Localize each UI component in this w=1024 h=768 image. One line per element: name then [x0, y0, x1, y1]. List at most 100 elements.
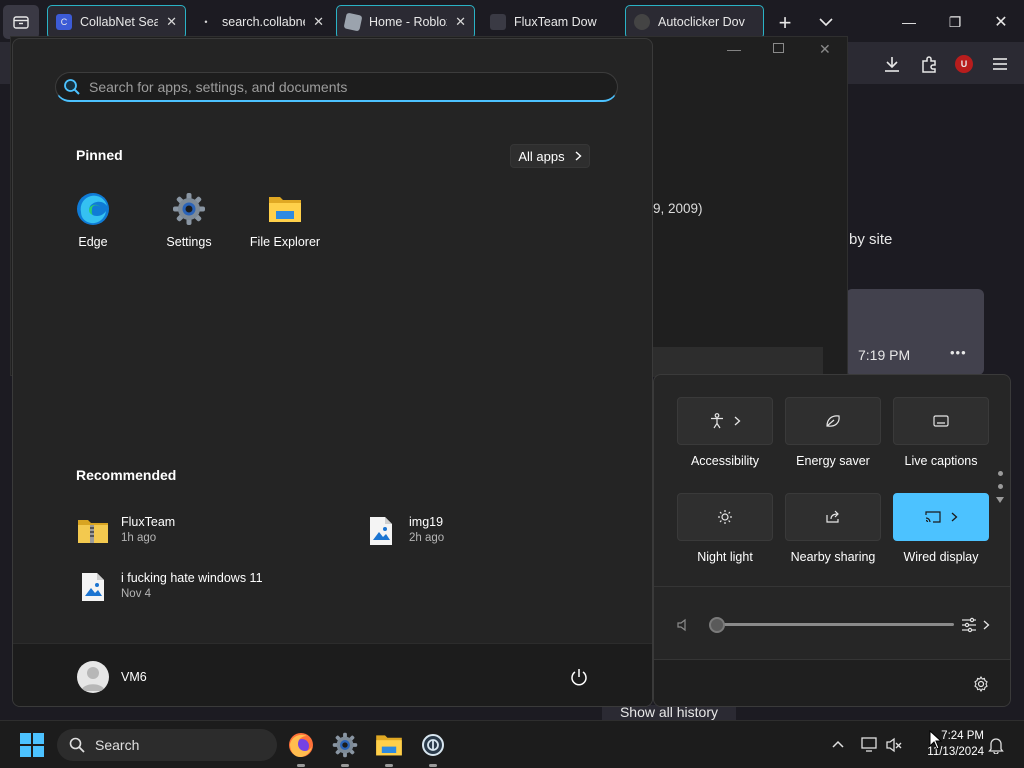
downloads-button[interactable] [882, 54, 902, 74]
audio-output-icon[interactable] [961, 616, 981, 634]
window-panel [653, 347, 823, 377]
taskbar-clock[interactable]: 7:24 PM 11/13/2024 [918, 728, 984, 760]
chevron-right-icon[interactable] [983, 620, 990, 630]
settings-gear-icon[interactable] [973, 676, 989, 692]
chevron-right-icon[interactable] [734, 416, 741, 426]
live-captions-tile[interactable]: Live captions [893, 397, 989, 468]
start-search-input[interactable] [89, 78, 589, 95]
image-file-icon [364, 514, 398, 548]
bg-minimize-icon[interactable]: — [727, 41, 741, 57]
gear-icon [171, 191, 207, 227]
energy-saver-tile[interactable]: Energy saver [785, 397, 881, 468]
nearby-sharing-toggle[interactable] [785, 493, 881, 541]
pinned-app-settings[interactable]: Settings [141, 189, 237, 269]
taskbar-settings[interactable] [329, 729, 361, 767]
tab-title: search.collabne [222, 15, 306, 29]
pinned-app-file-explorer[interactable]: File Explorer [237, 189, 333, 269]
nearby-sharing-tile[interactable]: Nearby sharing [785, 493, 881, 564]
list-all-tabs-button[interactable] [814, 10, 838, 34]
energy-saver-toggle[interactable] [785, 397, 881, 445]
folder-icon [267, 191, 303, 227]
ublock-extension-icon[interactable]: U [955, 55, 973, 73]
all-apps-button[interactable]: All apps [510, 144, 590, 168]
page-dot[interactable] [997, 471, 1003, 476]
user-name[interactable]: VM6 [121, 670, 147, 684]
page-indicator[interactable] [996, 471, 1004, 503]
recommended-item-name: img19 [409, 515, 444, 529]
tab-search-collabnet[interactable]: • search.collabne ✕ [190, 5, 332, 39]
tab-roblox[interactable]: Home - Roblox ✕ [336, 5, 475, 39]
page-down-icon[interactable] [996, 497, 1004, 503]
start-search-box[interactable] [55, 72, 618, 102]
volume-slider-thumb[interactable] [709, 617, 725, 633]
new-tab-button[interactable]: + [772, 10, 798, 36]
power-button[interactable] [569, 667, 589, 687]
chevron-up-icon[interactable] [832, 740, 844, 748]
start-button[interactable] [16, 729, 48, 761]
tile-label: Nearby sharing [790, 550, 876, 564]
recommended-item-name: FluxTeam [121, 515, 176, 529]
more-options-icon[interactable]: ••• [950, 345, 967, 360]
tab-fluxteam[interactable]: FluxTeam Dow [482, 5, 618, 39]
recommended-item-screenshot[interactable]: i fucking hate windows 11 Nov 4 [76, 567, 346, 607]
tab-autoclicker[interactable]: Autoclicker Dov [625, 5, 764, 39]
running-indicator [341, 764, 349, 767]
live-captions-toggle[interactable] [893, 397, 989, 445]
taskbar-file-explorer[interactable] [373, 729, 405, 767]
zip-folder-icon [76, 514, 110, 548]
taskbar: Search 7:24 PM 11/13/2024 [0, 720, 1024, 768]
user-avatar[interactable] [77, 661, 109, 693]
windows-logo-icon [20, 733, 44, 757]
fluxteam-favicon [490, 14, 506, 30]
speaker-muted-icon[interactable] [885, 737, 903, 753]
pinned-app-label: Edge [78, 235, 108, 249]
history-filter-text: by site [849, 231, 893, 248]
maximize-window-button[interactable]: ❐ [944, 12, 966, 32]
pinned-app-edge[interactable]: Edge [45, 189, 141, 269]
bg-maximize-icon[interactable] [773, 43, 784, 53]
tab-close-icon[interactable]: ✕ [455, 14, 466, 30]
display-icon[interactable] [861, 737, 879, 753]
chevron-right-icon[interactable] [951, 512, 958, 522]
recommended-item-time: 1h ago [121, 532, 157, 544]
minimize-window-button[interactable]: — [898, 12, 920, 32]
taskbar-firefox[interactable] [285, 729, 317, 767]
cast-icon [924, 511, 941, 523]
speaker-muted-icon[interactable] [676, 618, 690, 632]
recommended-item-time: Nov 4 [121, 588, 152, 600]
show-all-history-button[interactable]: Show all history [602, 705, 736, 720]
extensions-button[interactable] [919, 54, 939, 74]
accessibility-toggle[interactable] [677, 397, 773, 445]
history-card[interactable]: 7:19 PM ••• [846, 289, 984, 375]
tab-close-icon[interactable]: ✕ [313, 14, 324, 30]
taskbar-search[interactable]: Search [57, 729, 277, 761]
bg-close-icon[interactable]: ✕ [819, 41, 831, 58]
recommended-item-time: 2h ago [409, 532, 445, 544]
tab-collabnet[interactable]: C CollabNet Sear ✕ [47, 5, 186, 39]
accessibility-tile[interactable]: Accessibility [677, 397, 773, 468]
collabnet-favicon: C [56, 14, 72, 30]
tab-title: Autoclicker Dov [658, 15, 745, 29]
recommended-item-img19[interactable]: img19 2h ago [364, 511, 634, 551]
close-window-button[interactable]: ✕ [990, 12, 1012, 32]
tab-title: FluxTeam Dow [514, 15, 597, 29]
wired-display-tile[interactable]: Wired display [893, 493, 989, 564]
taskbar-app-tool[interactable] [417, 729, 449, 767]
tab-manager-button[interactable] [3, 5, 39, 39]
chevron-right-icon [575, 151, 582, 161]
wired-display-toggle[interactable] [893, 493, 989, 541]
tab-close-icon[interactable]: ✕ [166, 14, 177, 30]
search-icon [64, 78, 80, 95]
menu-button[interactable] [990, 54, 1010, 74]
night-light-tile[interactable]: Night light [677, 493, 773, 564]
volume-slider-track[interactable] [718, 623, 954, 626]
show-all-history-label: Show all history [619, 705, 719, 720]
autoclicker-favicon [634, 14, 650, 30]
recommended-item-fluxteam[interactable]: FluxTeam 1h ago [76, 511, 346, 551]
taskbar-search-label: Search [95, 737, 140, 753]
night-light-toggle[interactable] [677, 493, 773, 541]
page-dot[interactable] [997, 484, 1003, 489]
notification-bell-icon[interactable] [988, 736, 1004, 754]
start-menu-footer: VM6 [13, 643, 652, 706]
tab-dot-icon: • [204, 17, 208, 27]
